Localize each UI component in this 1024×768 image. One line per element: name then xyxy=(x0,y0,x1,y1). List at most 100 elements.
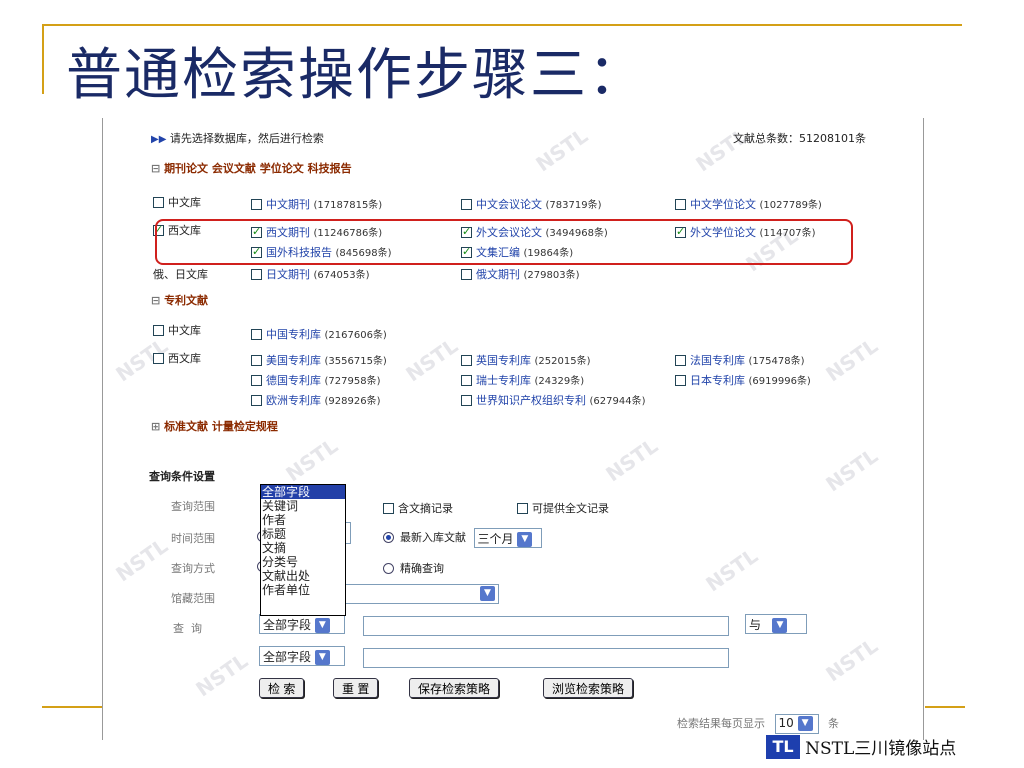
chevron-down-icon[interactable]: ▼ xyxy=(772,618,788,633)
checkbox[interactable] xyxy=(675,375,686,386)
checkbox[interactable] xyxy=(153,325,164,336)
field-select-value: 全部字段 xyxy=(263,618,312,632)
checkbox[interactable] xyxy=(251,375,262,386)
chevron-down-icon[interactable]: ▼ xyxy=(797,716,813,731)
dropdown-option[interactable]: 文摘 xyxy=(261,541,345,555)
db-name[interactable]: 日文期刊 xyxy=(266,268,310,281)
checkbox[interactable] xyxy=(153,353,164,364)
radio[interactable] xyxy=(383,532,394,543)
db-name[interactable]: 美国专利库 xyxy=(266,354,321,367)
radio[interactable] xyxy=(383,563,394,574)
logic-select[interactable]: 与 ▼ xyxy=(745,614,807,634)
db-name[interactable]: 英国专利库 xyxy=(476,354,531,367)
nstl-logo: TL xyxy=(766,734,800,759)
checkbox[interactable] xyxy=(461,375,472,386)
query-input-1[interactable] xyxy=(363,616,729,636)
per-page-control: 检索结果每页显示 10 ▼ 条 xyxy=(677,714,839,734)
tab-standards[interactable]: 标准文献 xyxy=(164,420,208,433)
tab-journal-papers[interactable]: 期刊论文 xyxy=(164,162,208,175)
group-label: 西文库 xyxy=(168,352,201,365)
holdings-select[interactable]: ▼ xyxy=(343,584,499,604)
db-item[interactable]: 中文学位论文 (1027789条) xyxy=(675,196,822,212)
db-item[interactable]: 俄文期刊 (279803条) xyxy=(461,266,579,282)
db-item[interactable]: 世界知识产权组织专利 (627944条) xyxy=(461,392,645,408)
checkbox[interactable] xyxy=(461,269,472,280)
db-name[interactable]: 中文期刊 xyxy=(266,198,310,211)
db-name[interactable]: 德国专利库 xyxy=(266,374,321,387)
chevron-down-icon[interactable]: ▼ xyxy=(314,650,330,665)
db-item[interactable]: 法国专利库 (175478条) xyxy=(675,352,804,368)
checkbox[interactable] xyxy=(675,355,686,366)
recent-select[interactable]: 三个月 ▼ xyxy=(473,528,542,548)
db-count: (1027789条) xyxy=(759,200,822,211)
db-name[interactable]: 中文会议论文 xyxy=(476,198,542,211)
db-name[interactable]: 俄文期刊 xyxy=(476,268,520,281)
checkbox[interactable] xyxy=(251,355,262,366)
tab-metrology[interactable]: 计量检定规程 xyxy=(212,420,278,433)
section-label[interactable]: 专利文献 xyxy=(164,294,208,307)
checkbox[interactable] xyxy=(251,395,262,406)
db-item[interactable]: 瑞士专利库 (24329条) xyxy=(461,372,584,388)
checkbox[interactable] xyxy=(153,197,164,208)
browse-strategy-button[interactable]: 浏览检索策略 xyxy=(543,678,634,698)
query-input-2[interactable] xyxy=(363,648,729,668)
checkbox[interactable] xyxy=(461,199,472,210)
search-button[interactable]: 检 索 xyxy=(259,678,305,698)
checkbox[interactable] xyxy=(251,199,262,210)
time-radio-recent[interactable]: 最新入库文献 三个月 ▼ xyxy=(383,528,542,548)
tab-conference[interactable]: 会议文献 xyxy=(212,162,256,175)
reset-button[interactable]: 重 置 xyxy=(333,678,379,698)
tab-reports[interactable]: 科技报告 xyxy=(308,162,352,175)
dropdown-option[interactable]: 全部字段 xyxy=(261,485,345,499)
group-pat-west[interactable]: 西文库 xyxy=(153,350,201,366)
db-count: (17187815条) xyxy=(313,200,383,211)
dropdown-option[interactable]: 分类号 xyxy=(261,555,345,569)
collapse-icon[interactable]: ⊟ xyxy=(151,294,160,307)
db-name[interactable]: 瑞士专利库 xyxy=(476,374,531,387)
db-name[interactable]: 法国专利库 xyxy=(690,354,745,367)
option-fulltext[interactable]: 可提供全文记录 xyxy=(517,500,609,516)
chevron-down-icon[interactable]: ▼ xyxy=(314,618,330,633)
expand-icon[interactable]: ⊞ xyxy=(151,420,160,433)
checkbox[interactable] xyxy=(251,329,262,340)
db-item[interactable]: 日本专利库 (6919996条) xyxy=(675,372,811,388)
db-count: (727958条) xyxy=(324,376,381,387)
db-item[interactable]: 英国专利库 (252015条) xyxy=(461,352,590,368)
group-cn-lib[interactable]: 中文库 xyxy=(153,194,201,210)
mode-radio-exact[interactable]: 精确查询 xyxy=(383,560,444,576)
db-name[interactable]: 日本专利库 xyxy=(690,374,745,387)
checkbox[interactable] xyxy=(461,395,472,406)
db-item[interactable]: 日文期刊 (674053条) xyxy=(251,266,369,282)
chevron-down-icon[interactable]: ▼ xyxy=(517,532,533,547)
db-name[interactable]: 世界知识产权组织专利 xyxy=(476,394,586,407)
field-select-2[interactable]: 全部字段 ▼ xyxy=(259,646,345,666)
tab-thesis[interactable]: 学位论文 xyxy=(260,162,304,175)
chevron-down-icon[interactable]: ▼ xyxy=(480,586,495,601)
db-item[interactable]: 中文期刊 (17187815条) xyxy=(251,196,382,212)
db-item[interactable]: 美国专利库 (3556715条) xyxy=(251,352,387,368)
group-pat-cn[interactable]: 中文库 xyxy=(153,322,201,338)
option-abstract[interactable]: 含文摘记录 xyxy=(383,500,453,516)
checkbox[interactable] xyxy=(251,269,262,280)
checkbox[interactable] xyxy=(383,503,394,514)
db-item[interactable]: 中国专利库 (2167606条) xyxy=(251,326,387,342)
db-item[interactable]: 德国专利库 (727958条) xyxy=(251,372,380,388)
collapse-icon[interactable]: ⊟ xyxy=(151,162,160,175)
checkbox[interactable] xyxy=(461,355,472,366)
checkbox[interactable] xyxy=(675,199,686,210)
field-dropdown-list[interactable]: 全部字段 关键词 作者 标题 文摘 分类号 文献出处 作者单位 xyxy=(260,484,346,616)
dropdown-option[interactable]: 标题 xyxy=(261,527,345,541)
dropdown-option[interactable]: 文献出处 xyxy=(261,569,345,583)
checkbox[interactable] xyxy=(517,503,528,514)
per-page-select[interactable]: 10 ▼ xyxy=(774,714,819,734)
db-item[interactable]: 中文会议论文 (783719条) xyxy=(461,196,601,212)
db-name[interactable]: 中国专利库 xyxy=(266,328,321,341)
db-name[interactable]: 中文学位论文 xyxy=(690,198,756,211)
dropdown-option[interactable]: 关键词 xyxy=(261,499,345,513)
field-select-1[interactable]: 全部字段 ▼ xyxy=(259,614,345,634)
dropdown-option[interactable]: 作者 xyxy=(261,513,345,527)
save-strategy-button[interactable]: 保存检索策略 xyxy=(409,678,500,698)
db-item[interactable]: 欧洲专利库 (928926条) xyxy=(251,392,380,408)
dropdown-option[interactable]: 作者单位 xyxy=(261,583,345,597)
db-name[interactable]: 欧洲专利库 xyxy=(266,394,321,407)
